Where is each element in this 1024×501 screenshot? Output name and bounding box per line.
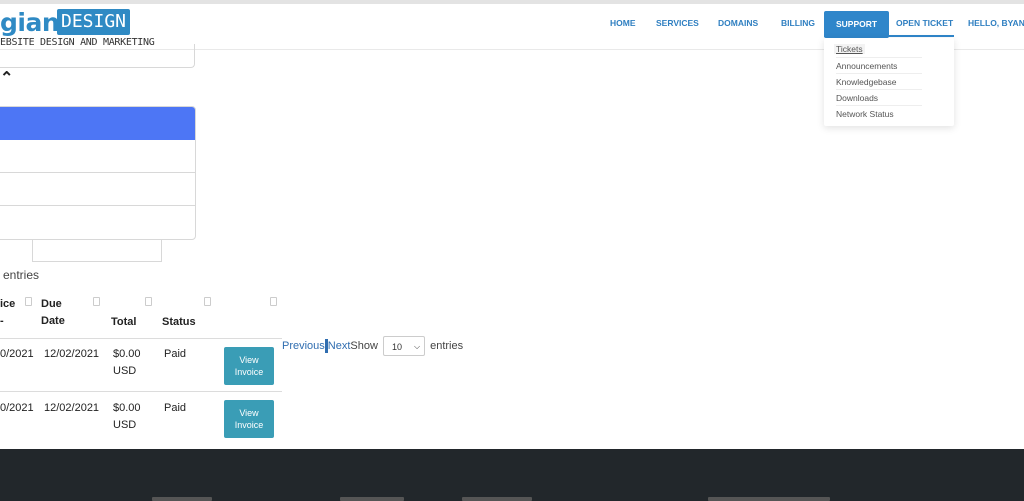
show-label: Show xyxy=(350,339,378,352)
sort-icon[interactable] xyxy=(145,297,152,306)
sort-icon[interactable] xyxy=(93,297,100,306)
column-header-status[interactable]: Status xyxy=(162,314,196,331)
logo-design-box: DESIGN xyxy=(57,9,130,35)
nav-user-greeting[interactable]: HELLO, BYANKA xyxy=(968,18,1024,28)
cell-total: $0.00 USD xyxy=(113,348,141,377)
site-footer xyxy=(0,449,1024,501)
sidebar-list xyxy=(0,106,196,240)
sidebar-item[interactable] xyxy=(0,140,195,173)
page-size-value: 10 xyxy=(392,342,403,352)
cell-due-date: 12/02/2021 xyxy=(44,348,100,360)
table-search-input[interactable] xyxy=(32,240,162,262)
dropdown-divider xyxy=(836,89,922,90)
sidebar-item-active[interactable] xyxy=(0,107,195,140)
column-header-invoice-date-cont: - xyxy=(0,315,4,327)
column-header-total[interactable]: Total xyxy=(111,314,136,331)
pagination: Previous NextShow 10 ⌵ entries xyxy=(282,336,463,356)
dropdown-item-network-status[interactable]: Network Status xyxy=(836,109,894,119)
footer-heading xyxy=(708,497,830,501)
chevron-down-icon: ⌵ xyxy=(413,342,421,351)
view-invoice-button[interactable]: View Invoice xyxy=(224,347,274,385)
sidebar-item[interactable] xyxy=(0,173,195,206)
footer-heading xyxy=(152,497,212,501)
cell-invoice-date: 0/2021 xyxy=(0,348,34,360)
cell-due-date: 12/02/2021 xyxy=(44,402,100,414)
sidebar-item[interactable] xyxy=(0,206,195,239)
nav-billing[interactable]: BILLING xyxy=(781,18,815,28)
nav-open-ticket[interactable]: OPEN TICKET xyxy=(896,18,953,28)
page-size-select[interactable]: 10 ⌵ xyxy=(383,336,426,356)
dropdown-item-tickets[interactable]: Tickets xyxy=(834,44,865,54)
next-page-link[interactable]: Next xyxy=(328,340,351,352)
footer-heading xyxy=(340,497,404,501)
sort-icon[interactable] xyxy=(25,297,32,306)
cell-status: Paid xyxy=(164,348,187,360)
view-invoice-button[interactable]: View Invoice xyxy=(224,400,274,438)
footer-heading xyxy=(462,497,532,501)
dropdown-divider xyxy=(836,73,922,74)
cell-invoice-date: 0/2021 xyxy=(0,402,34,414)
column-header-invoice-date[interactable]: ice xyxy=(0,296,15,313)
table-row-divider xyxy=(0,391,282,392)
dropdown-item-announcements[interactable]: Announcements xyxy=(836,61,897,71)
cell-total: $0.00 USD xyxy=(113,402,141,431)
nav-domains[interactable]: DOMAINS xyxy=(718,18,758,28)
support-dropdown: Tickets Announcements Knowledgebase Down… xyxy=(824,38,954,126)
column-header-due-date[interactable]: Due Date xyxy=(41,296,81,330)
dropdown-divider xyxy=(836,57,922,58)
dropdown-item-downloads[interactable]: Downloads xyxy=(836,93,878,103)
sidebar-panel-top xyxy=(0,44,195,68)
cell-status: Paid xyxy=(164,402,187,414)
nav-active-underline xyxy=(824,35,954,37)
dropdown-item-knowledgebase[interactable]: Knowledgebase xyxy=(836,77,897,87)
nav-support[interactable]: SUPPORT xyxy=(824,11,890,38)
table-header-divider xyxy=(0,338,282,339)
sort-icon[interactable] xyxy=(204,297,211,306)
chevron-up-icon[interactable]: ⌃ xyxy=(0,68,13,88)
nav-home[interactable]: HOME xyxy=(610,18,636,28)
entries-suffix-label: entries xyxy=(430,339,464,352)
entries-label: entries xyxy=(3,268,40,282)
previous-page-link[interactable]: Previous xyxy=(282,340,325,352)
sort-icon[interactable] xyxy=(270,297,277,306)
nav-services[interactable]: SERVICES xyxy=(656,18,699,28)
dropdown-divider xyxy=(836,105,922,106)
